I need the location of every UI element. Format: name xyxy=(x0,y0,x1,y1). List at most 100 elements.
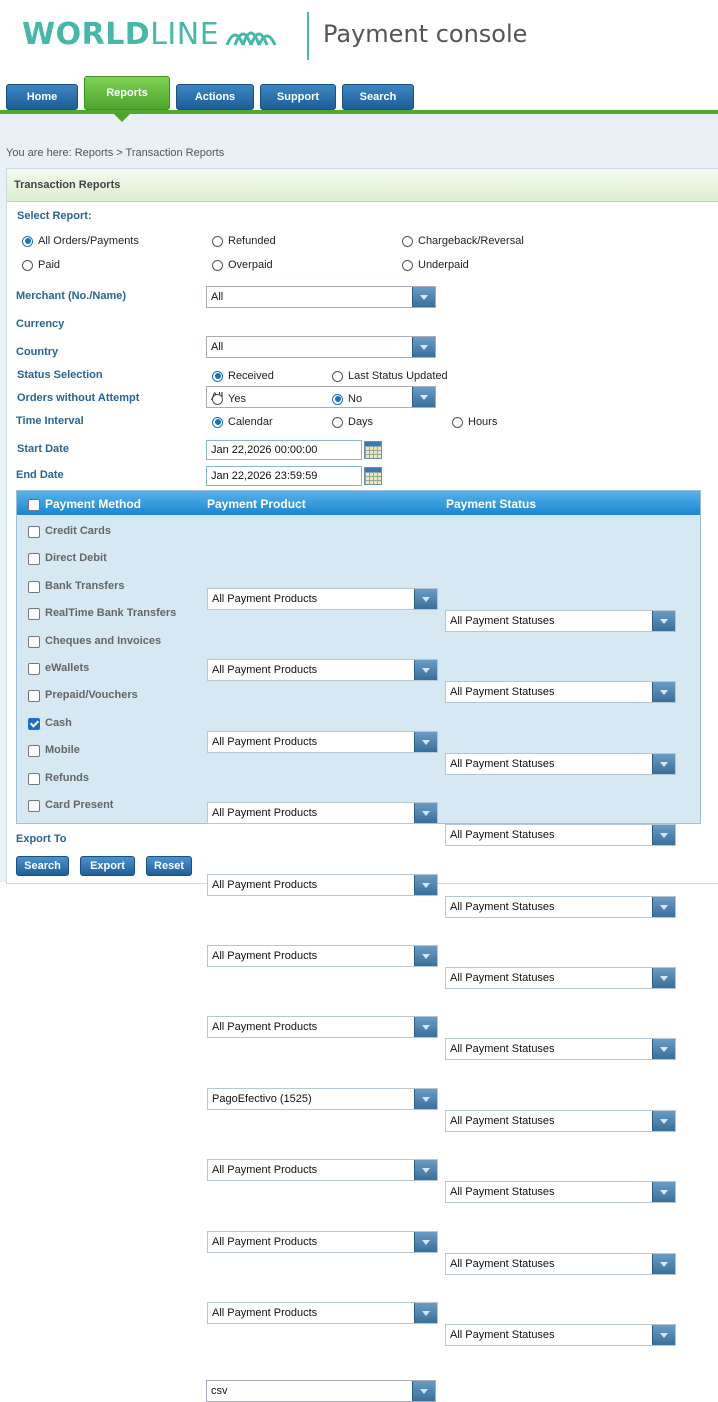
payment-method-checkbox[interactable] xyxy=(28,581,40,593)
radio-icon[interactable] xyxy=(402,235,413,247)
payment-status-select[interactable]: All Payment Statuses xyxy=(445,681,676,703)
interval-days-option[interactable]: Days xyxy=(332,416,373,428)
payment-product-select[interactable]: All Payment Products xyxy=(207,1302,438,1324)
radio-icon[interactable] xyxy=(22,235,33,247)
chevron-down-icon[interactable] xyxy=(412,387,435,407)
report-option-chargeback[interactable]: Chargeback/Reversal xyxy=(402,235,524,247)
chevron-down-icon[interactable] xyxy=(414,1232,437,1252)
radio-icon[interactable] xyxy=(402,259,413,271)
payment-method-checkbox[interactable] xyxy=(28,608,40,620)
end-date-input[interactable]: Jan 22,2026 23:59:59 xyxy=(206,466,362,486)
chevron-down-icon[interactable] xyxy=(414,803,437,823)
select-all-checkbox[interactable] xyxy=(28,499,40,511)
start-date-input[interactable]: Jan 22,2026 00:00:00 xyxy=(206,440,362,460)
orders-attempt-no-option[interactable]: No xyxy=(332,393,362,405)
chevron-down-icon[interactable] xyxy=(412,1381,435,1401)
chevron-down-icon[interactable] xyxy=(652,1182,675,1202)
search-button[interactable]: Search xyxy=(16,856,69,876)
payment-status-select[interactable]: All Payment Statuses xyxy=(445,824,676,846)
payment-product-select[interactable]: PagoEfectivo (1525) xyxy=(207,1088,438,1110)
chevron-down-icon[interactable] xyxy=(652,1039,675,1059)
merchant-select[interactable]: All xyxy=(206,286,436,308)
interval-hours-option[interactable]: Hours xyxy=(452,416,497,428)
chevron-down-icon[interactable] xyxy=(652,611,675,631)
chevron-down-icon[interactable] xyxy=(652,1111,675,1131)
payment-product-select[interactable]: All Payment Products xyxy=(207,945,438,967)
chevron-down-icon[interactable] xyxy=(412,287,435,307)
payment-status-select[interactable]: All Payment Statuses xyxy=(445,1110,676,1132)
chevron-down-icon[interactable] xyxy=(412,337,435,357)
chevron-down-icon[interactable] xyxy=(414,1303,437,1323)
chevron-down-icon[interactable] xyxy=(414,1160,437,1180)
payment-method-checkbox[interactable] xyxy=(28,553,40,565)
chevron-down-icon[interactable] xyxy=(652,897,675,917)
payment-product-select[interactable]: All Payment Products xyxy=(207,1231,438,1253)
report-option-paid[interactable]: Paid xyxy=(22,259,60,271)
chevron-down-icon[interactable] xyxy=(414,660,437,680)
radio-icon[interactable] xyxy=(452,416,463,428)
chevron-down-icon[interactable] xyxy=(652,1325,675,1345)
payment-status-select[interactable]: All Payment Statuses xyxy=(445,1181,676,1203)
tab-search[interactable]: Search xyxy=(342,84,414,110)
payment-status-select[interactable]: All Payment Statuses xyxy=(445,1038,676,1060)
radio-icon[interactable] xyxy=(212,235,223,247)
payment-product-select[interactable]: All Payment Products xyxy=(207,1159,438,1181)
payment-method-checkbox[interactable] xyxy=(28,718,40,730)
payment-status-select[interactable]: All Payment Statuses xyxy=(445,1253,676,1275)
radio-icon[interactable] xyxy=(332,393,343,405)
payment-method-checkbox[interactable] xyxy=(28,636,40,648)
calendar-icon[interactable] xyxy=(364,441,382,459)
payment-method-checkbox[interactable] xyxy=(28,526,40,538)
chevron-down-icon[interactable] xyxy=(414,946,437,966)
radio-icon[interactable] xyxy=(212,393,223,405)
payment-status-select[interactable]: All Payment Statuses xyxy=(445,610,676,632)
export-button[interactable]: Export xyxy=(80,856,135,876)
currency-select[interactable]: All xyxy=(206,336,436,358)
payment-status-select[interactable]: All Payment Statuses xyxy=(445,896,676,918)
chevron-down-icon[interactable] xyxy=(652,1254,675,1274)
chevron-down-icon[interactable] xyxy=(652,825,675,845)
export-format-select[interactable]: csv xyxy=(206,1380,436,1402)
payment-product-select[interactable]: All Payment Products xyxy=(207,588,438,610)
radio-icon[interactable] xyxy=(22,259,33,271)
radio-icon[interactable] xyxy=(212,416,223,428)
report-option-all[interactable]: All Orders/Payments xyxy=(22,235,139,247)
chevron-down-icon[interactable] xyxy=(652,968,675,988)
payment-product-select[interactable]: All Payment Products xyxy=(207,802,438,824)
tab-actions[interactable]: Actions xyxy=(176,84,254,110)
payment-product-select[interactable]: All Payment Products xyxy=(207,1016,438,1038)
orders-attempt-yes-option[interactable]: Yes xyxy=(212,393,246,405)
payment-method-checkbox[interactable] xyxy=(28,663,40,675)
report-option-refunded[interactable]: Refunded xyxy=(212,235,276,247)
chevron-down-icon[interactable] xyxy=(652,682,675,702)
payment-method-checkbox[interactable] xyxy=(28,800,40,812)
reset-button[interactable]: Reset xyxy=(146,856,192,876)
radio-icon[interactable] xyxy=(212,259,223,271)
radio-icon[interactable] xyxy=(212,370,223,382)
payment-product-select[interactable]: All Payment Products xyxy=(207,659,438,681)
payment-method-checkbox[interactable] xyxy=(28,745,40,757)
payment-method-checkbox[interactable] xyxy=(28,690,40,702)
calendar-icon[interactable] xyxy=(364,467,382,485)
report-option-overpaid[interactable]: Overpaid xyxy=(212,259,273,271)
chevron-down-icon[interactable] xyxy=(414,875,437,895)
payment-status-select[interactable]: All Payment Statuses xyxy=(445,1324,676,1346)
chevron-down-icon[interactable] xyxy=(414,589,437,609)
status-last-updated-option[interactable]: Last Status Updated xyxy=(332,370,448,382)
chevron-down-icon[interactable] xyxy=(414,732,437,752)
payment-status-select[interactable]: All Payment Statuses xyxy=(445,967,676,989)
payment-method-checkbox[interactable] xyxy=(28,773,40,785)
chevron-down-icon[interactable] xyxy=(414,1089,437,1109)
report-option-underpaid[interactable]: Underpaid xyxy=(402,259,469,271)
tab-reports[interactable]: Reports xyxy=(84,76,170,110)
status-received-option[interactable]: Received xyxy=(212,370,274,382)
radio-icon[interactable] xyxy=(332,370,343,382)
chevron-down-icon[interactable] xyxy=(414,1017,437,1037)
payment-status-select[interactable]: All Payment Statuses xyxy=(445,753,676,775)
payment-product-select[interactable]: All Payment Products xyxy=(207,874,438,896)
tab-support[interactable]: Support xyxy=(260,84,336,110)
tab-home[interactable]: Home xyxy=(6,84,78,110)
interval-calendar-option[interactable]: Calendar xyxy=(212,416,273,428)
chevron-down-icon[interactable] xyxy=(652,754,675,774)
radio-icon[interactable] xyxy=(332,416,343,428)
